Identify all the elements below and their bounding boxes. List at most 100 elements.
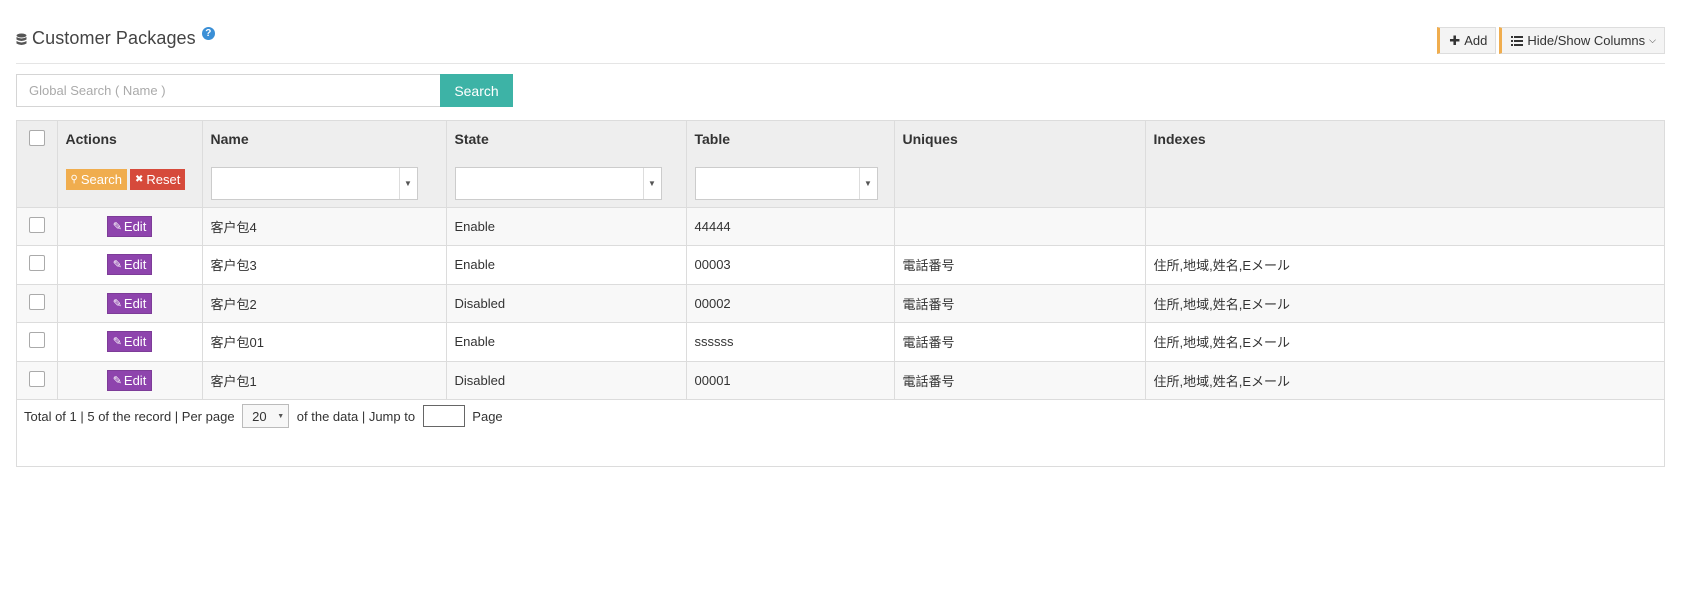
edit-button[interactable]: ✎ Edit: [106, 331, 153, 353]
per-page-select[interactable]: 20 ▼: [242, 404, 290, 428]
add-button[interactable]: ✚ Add: [1437, 27, 1497, 54]
row-select-cell: [17, 245, 58, 285]
dropdown-arrow-icon: ▼: [277, 413, 285, 420]
filter-actions: ⚲ Search ✖ Reset: [65, 169, 194, 190]
row-state: Enable: [446, 207, 687, 246]
row-state: Disabled: [446, 361, 687, 400]
global-search-bar: Search: [16, 74, 513, 107]
row-uniques: 電話番号: [894, 245, 1146, 285]
row-checkbox[interactable]: [28, 216, 45, 233]
hide-show-columns-label: Hide/Show Columns: [1527, 33, 1646, 48]
row-checkbox[interactable]: [28, 332, 45, 349]
table-filter-select[interactable]: ▼: [694, 167, 878, 200]
edit-label: Edit: [123, 372, 147, 388]
name-filter-select[interactable]: ▼: [210, 167, 418, 200]
plus-icon: ✚: [1449, 32, 1461, 48]
row-state: Enable: [446, 245, 687, 285]
hide-show-columns-button[interactable]: Hide/Show Columns ⌵: [1499, 27, 1665, 54]
row-actions-cell: ✎ Edit: [57, 322, 203, 362]
select-all-cell: [17, 121, 58, 208]
edit-label: Edit: [123, 334, 147, 350]
row-state: Disabled: [446, 284, 687, 323]
search-icon: ⚲: [70, 174, 78, 185]
pager-total-text: Total of 1 | 5 of the record | Per page: [24, 408, 239, 424]
row-table: 00002: [686, 284, 895, 323]
edit-button[interactable]: ✎ Edit: [106, 369, 153, 391]
column-name: Name ▼: [202, 121, 447, 208]
row-table: ssssss: [686, 322, 895, 362]
edit-icon: ✎: [112, 259, 122, 272]
row-indexes: 住所,地域,姓名,Eメール: [1145, 361, 1664, 400]
row-uniques: 電話番号: [894, 284, 1146, 323]
row-select-cell: [17, 207, 58, 246]
chevron-down-icon: ⌵: [1649, 35, 1656, 45]
column-name-label: Name: [210, 131, 249, 147]
filter-reset-button[interactable]: ✖ Reset: [130, 169, 186, 190]
global-search-button[interactable]: Search: [440, 74, 513, 107]
edit-label: Edit: [123, 295, 147, 311]
row-state: Enable: [446, 322, 687, 362]
edit-button[interactable]: ✎ Edit: [106, 254, 153, 276]
select-all-checkbox[interactable]: [28, 130, 45, 146]
edit-icon: ✎: [112, 374, 122, 387]
list-icon: [1511, 35, 1524, 46]
row-actions-cell: ✎ Edit: [57, 245, 203, 285]
row-table: 44444: [686, 207, 895, 246]
table-header-row: Actions ⚲ Search ✖ Reset Name ▼ State ▼ …: [17, 121, 1664, 208]
help-icon[interactable]: ?: [201, 27, 215, 40]
row-indexes: 住所,地域,姓名,Eメール: [1145, 322, 1664, 362]
state-filter-select[interactable]: ▼: [454, 167, 662, 200]
packages-table: Actions ⚲ Search ✖ Reset Name ▼ State ▼ …: [17, 121, 1664, 400]
filter-reset-label: Reset: [146, 172, 181, 187]
row-table: 00003: [686, 245, 895, 285]
row-actions-cell: ✎ Edit: [57, 361, 203, 400]
edit-label: Edit: [123, 218, 147, 234]
column-uniques-label: Uniques: [902, 131, 958, 147]
dropdown-arrow-icon: ▼: [398, 168, 417, 199]
pager-of-data-text: of the data | Jump to: [293, 408, 419, 424]
table-row: ✎ Edit 客户包01 Enable ssssss 電話番号 住所,地域,姓名,…: [17, 322, 1664, 362]
row-indexes: 住所,地域,姓名,Eメール: [1145, 245, 1664, 285]
row-name: 客户包2: [202, 284, 447, 323]
row-uniques: 電話番号: [894, 361, 1146, 400]
jump-to-page-input[interactable]: [422, 405, 465, 427]
row-indexes: 住所,地域,姓名,Eメール: [1145, 284, 1664, 323]
table-row: ✎ Edit 客户包1 Disabled 00001 電話番号 住所,地域,姓名,…: [17, 361, 1664, 400]
page-header: Customer Packages ? ✚ Add Hide/Show Colu…: [16, 22, 1665, 64]
column-indexes-label: Indexes: [1153, 131, 1206, 147]
title-wrap: Customer Packages ?: [16, 27, 215, 49]
table-row: ✎ Edit 客户包2 Disabled 00002 電話番号 住所,地域,姓名,…: [17, 284, 1664, 323]
edit-button[interactable]: ✎ Edit: [106, 215, 153, 237]
column-state-label: State: [454, 131, 489, 147]
row-actions-cell: ✎ Edit: [57, 284, 203, 323]
close-icon: ✖: [135, 174, 144, 185]
row-checkbox[interactable]: [28, 370, 45, 387]
row-name: 客户包1: [202, 361, 447, 400]
pagination-bar: Total of 1 | 5 of the record | Per page …: [24, 404, 503, 428]
row-name: 客户包4: [202, 207, 447, 246]
edit-label: Edit: [123, 257, 147, 273]
page: Customer Packages ? ✚ Add Hide/Show Colu…: [0, 0, 1681, 598]
global-search-input[interactable]: [16, 74, 440, 107]
row-uniques: 電話番号: [894, 322, 1146, 362]
column-table: Table ▼: [686, 121, 895, 208]
filter-search-button[interactable]: ⚲ Search: [65, 169, 128, 190]
row-actions-cell: ✎ Edit: [57, 207, 203, 246]
table-row: ✎ Edit 客户包3 Enable 00003 電話番号 住所,地域,姓名,Eメ…: [17, 245, 1664, 285]
row-uniques: [894, 207, 1146, 246]
row-name: 客户包01: [202, 322, 447, 362]
page-title: Customer Packages: [32, 28, 196, 48]
add-button-label: Add: [1464, 33, 1488, 48]
row-checkbox[interactable]: [28, 293, 45, 310]
edit-icon: ✎: [112, 336, 122, 349]
column-state: State ▼: [446, 121, 687, 208]
edit-button[interactable]: ✎ Edit: [106, 292, 153, 314]
row-select-cell: [17, 284, 58, 323]
row-name: 客户包3: [202, 245, 447, 285]
row-checkbox[interactable]: [28, 255, 45, 272]
column-uniques: Uniques: [894, 121, 1146, 208]
row-table: 00001: [686, 361, 895, 400]
column-table-label: Table: [694, 131, 731, 147]
row-indexes: [1145, 207, 1664, 246]
column-actions-label: Actions: [65, 131, 117, 147]
